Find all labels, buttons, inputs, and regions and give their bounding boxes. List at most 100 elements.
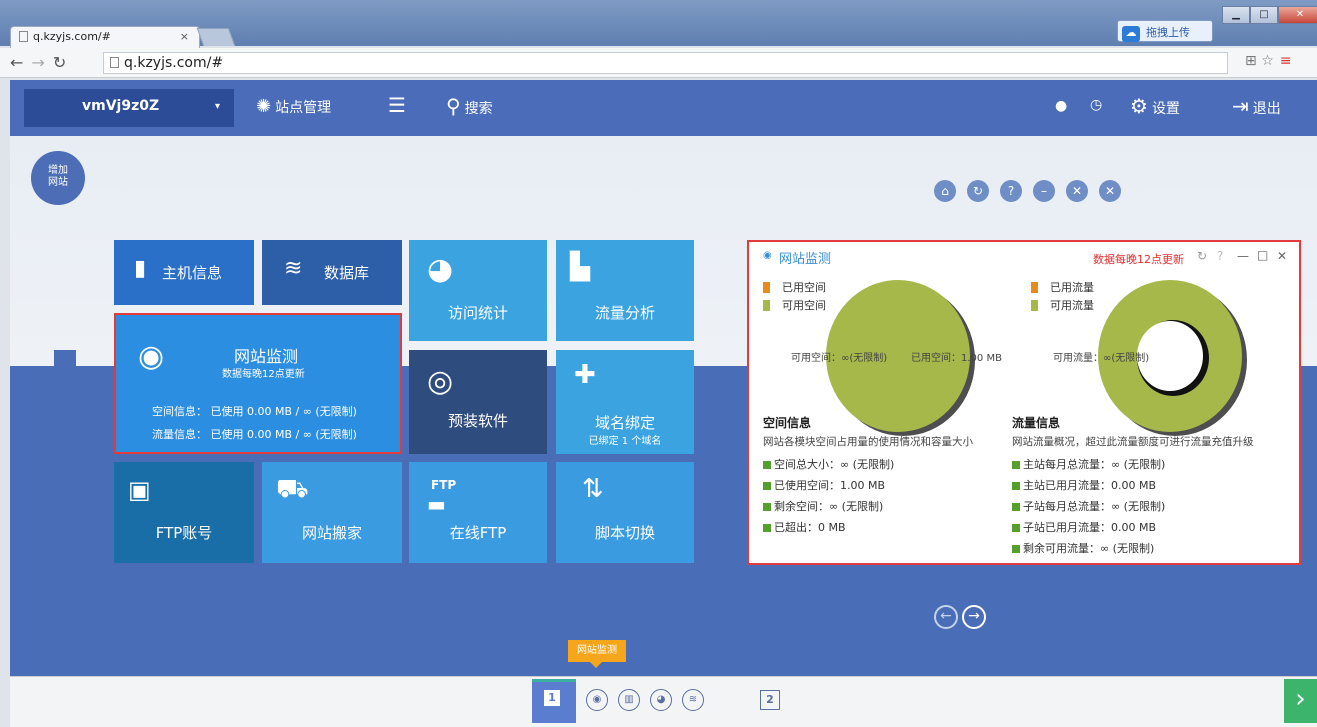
server-icon: ▮ [134,256,147,281]
close-icon[interactable]: ✕ [1099,180,1121,202]
reload-icon[interactable]: ↻ [53,53,74,72]
refresh-icon[interactable]: ↻ [967,180,989,202]
window-toolbar: ⌂ ↻? – ✕ ✕ [934,180,1132,202]
logout-button[interactable]: ⇥ 退出 [1232,94,1281,118]
online-ftp-tile[interactable]: FTP ▬ 在线FTP [409,462,547,563]
site-move-tile[interactable]: ⛟ 网站搬家 [262,462,402,563]
dock-tooltip: 网站监测 [568,640,626,662]
legend-swatch [1031,281,1038,293]
script-switch-label: 脚本切换 [594,524,655,542]
home-icon[interactable]: ⌂ [934,180,956,202]
settings-label: 设置 [1151,101,1180,117]
stats-pie-icon[interactable]: ◕ [650,689,672,711]
upload-app-icon: ☁ [1122,26,1140,42]
panel-maximize-icon[interactable]: □ [1257,248,1268,262]
forward-icon[interactable]: → [31,53,52,72]
url-field[interactable]: q.kzyjs.com/# [103,52,1228,74]
site-move-label: 网站搬家 [301,524,362,542]
desktop-page-1-button[interactable]: 1 [532,679,576,723]
panel-help-icon[interactable]: ? [1217,249,1223,263]
prev-page-icon[interactable]: ← [934,605,958,629]
logout-label: 退出 [1252,101,1281,117]
maximize-window-button[interactable]: □ [1250,6,1278,24]
eye-icon: ◉ [763,250,772,261]
tooltip-arrow [590,662,602,668]
new-tab-button[interactable] [196,28,236,46]
window-controls: ▁ □ ✕ [1222,6,1317,24]
panel-close-icon[interactable]: ✕ [1277,249,1287,263]
bullet-icon [1012,524,1020,532]
space-info-section: 空间信息 网站各模块空间占用量的使用情况和容量大小 空间总大小：∞ (无限制) … [763,414,1033,540]
legend-swatch [763,281,770,293]
disc-icon: ◎ [427,364,454,399]
list-menu-icon[interactable]: ☰ [388,93,406,117]
info-text: 已超出：0 MB [774,521,846,534]
traffic-analysis-tile[interactable]: ▙ 流量分析 [556,240,694,341]
info-item: 已使用空间：1.00 MB [763,477,1033,498]
translate-icon[interactable]: ⊞ [1245,53,1257,69]
site-manage-button[interactable]: ✺ 站点管理 [256,96,331,117]
database-icon: ≋ [284,256,303,281]
dock-next-arrow-icon[interactable]: › [1284,679,1317,723]
info-text: 子站已用月流量：0.00 MB [1023,521,1157,534]
back-icon[interactable]: ← [10,53,31,72]
database-icon[interactable]: ≋ [682,689,704,711]
settings-button[interactable]: ⚙ 设置 [1130,94,1180,118]
traffic-chart-icon[interactable]: ▥ [618,689,640,711]
info-item: 已超出：0 MB [763,519,1033,540]
nav-buttons: ←→↻ [10,53,74,72]
info-item: 空间总大小：∞ (无限制) [763,456,1033,477]
bullet-icon [763,524,771,532]
ftp-server-icon: ▬ [427,492,446,516]
next-page-icon[interactable]: → [962,605,986,629]
monitor-eye-icon[interactable]: ◉ [586,689,608,711]
info-text: 主站每月总流量：∞ (无限制) [1023,458,1166,471]
chevron-down-icon: ▾ [214,101,220,112]
gear-icon: ⚙ [1130,94,1148,118]
add-site-label-1: 增加 [48,165,68,176]
database-tile[interactable]: ≋ 数据库 [262,240,402,305]
bullet-icon [763,482,771,490]
clock-icon[interactable]: ◷ [1090,97,1102,113]
drag-upload-button[interactable]: ☁ 拖拽上传 [1117,20,1213,42]
domain-bind-tile[interactable]: ✚ 域名绑定 已绑定 1 个域名 [556,350,694,454]
bookmark-star-icon[interactable]: ☆ [1261,53,1274,69]
host-info-tile[interactable]: ▮ 主机信息 [114,240,254,305]
preinstall-label: 预装软件 [447,412,508,430]
domain-bind-sub: 已绑定 1 个域名 [588,436,662,447]
site-selector[interactable]: vmVj9z0Z ▾ [24,89,234,127]
minimize-icon[interactable]: – [1033,180,1055,202]
search-button[interactable]: ⚲ 搜索 [446,94,493,118]
chat-icon[interactable]: ● [1055,98,1067,114]
visit-stats-label: 访问统计 [447,304,508,322]
desktop-page-2-button[interactable]: 2 [760,690,780,710]
bullet-icon [1012,545,1020,553]
host-info-label: 主机信息 [162,264,223,282]
ftp-account-tile[interactable]: ▣ FTP账号 [114,462,254,563]
panel-refresh-icon[interactable]: ↻ [1197,249,1207,263]
close-window-button[interactable]: ✕ [1278,6,1317,24]
panel-minimize-icon[interactable]: — [1237,249,1249,263]
monitor-space-info: 空间信息： 已使用 0.00 MB / ∞ (无限制) [152,405,357,418]
traffic-info-title: 流量信息 [1012,416,1061,430]
site-monitor-window: ◉ 网站监测 数据每晚12点更新 ↻ ? — □ ✕ 已用空间 可用空间 已用流… [747,240,1301,565]
bullet-icon [1012,482,1020,490]
script-switch-tile[interactable]: ⇅ 脚本切换 [556,462,694,563]
browser-tab[interactable]: q.kzyjs.com/# × [10,26,200,48]
bullet-icon [1012,503,1020,511]
minimize-window-button[interactable]: ▁ [1222,6,1250,24]
url-text: q.kzyjs.com/# [124,55,224,71]
browser-menu-icon[interactable]: ≡ [1280,53,1292,69]
visit-stats-tile[interactable]: ◕ 访问统计 [409,240,547,341]
domain-bind-label: 域名绑定 [594,414,655,432]
tab-close-icon[interactable]: × [180,30,189,43]
add-site-button[interactable]: 增加 网站 [31,151,85,205]
monitor-tile[interactable]: ◉ 网站监测 数据每晚12点更新 空间信息： 已使用 0.00 MB / ∞ (… [114,313,402,454]
traffic-analysis-label: 流量分析 [594,304,655,322]
bullet-icon [1012,461,1020,469]
switch-arrows-icon: ⇅ [582,474,604,504]
preinstall-tile[interactable]: ◎ 预装软件 [409,350,547,454]
fullscreen-icon[interactable]: ✕ [1066,180,1088,202]
contact-book-icon: ▣ [128,476,151,504]
help-icon[interactable]: ? [1000,180,1022,202]
